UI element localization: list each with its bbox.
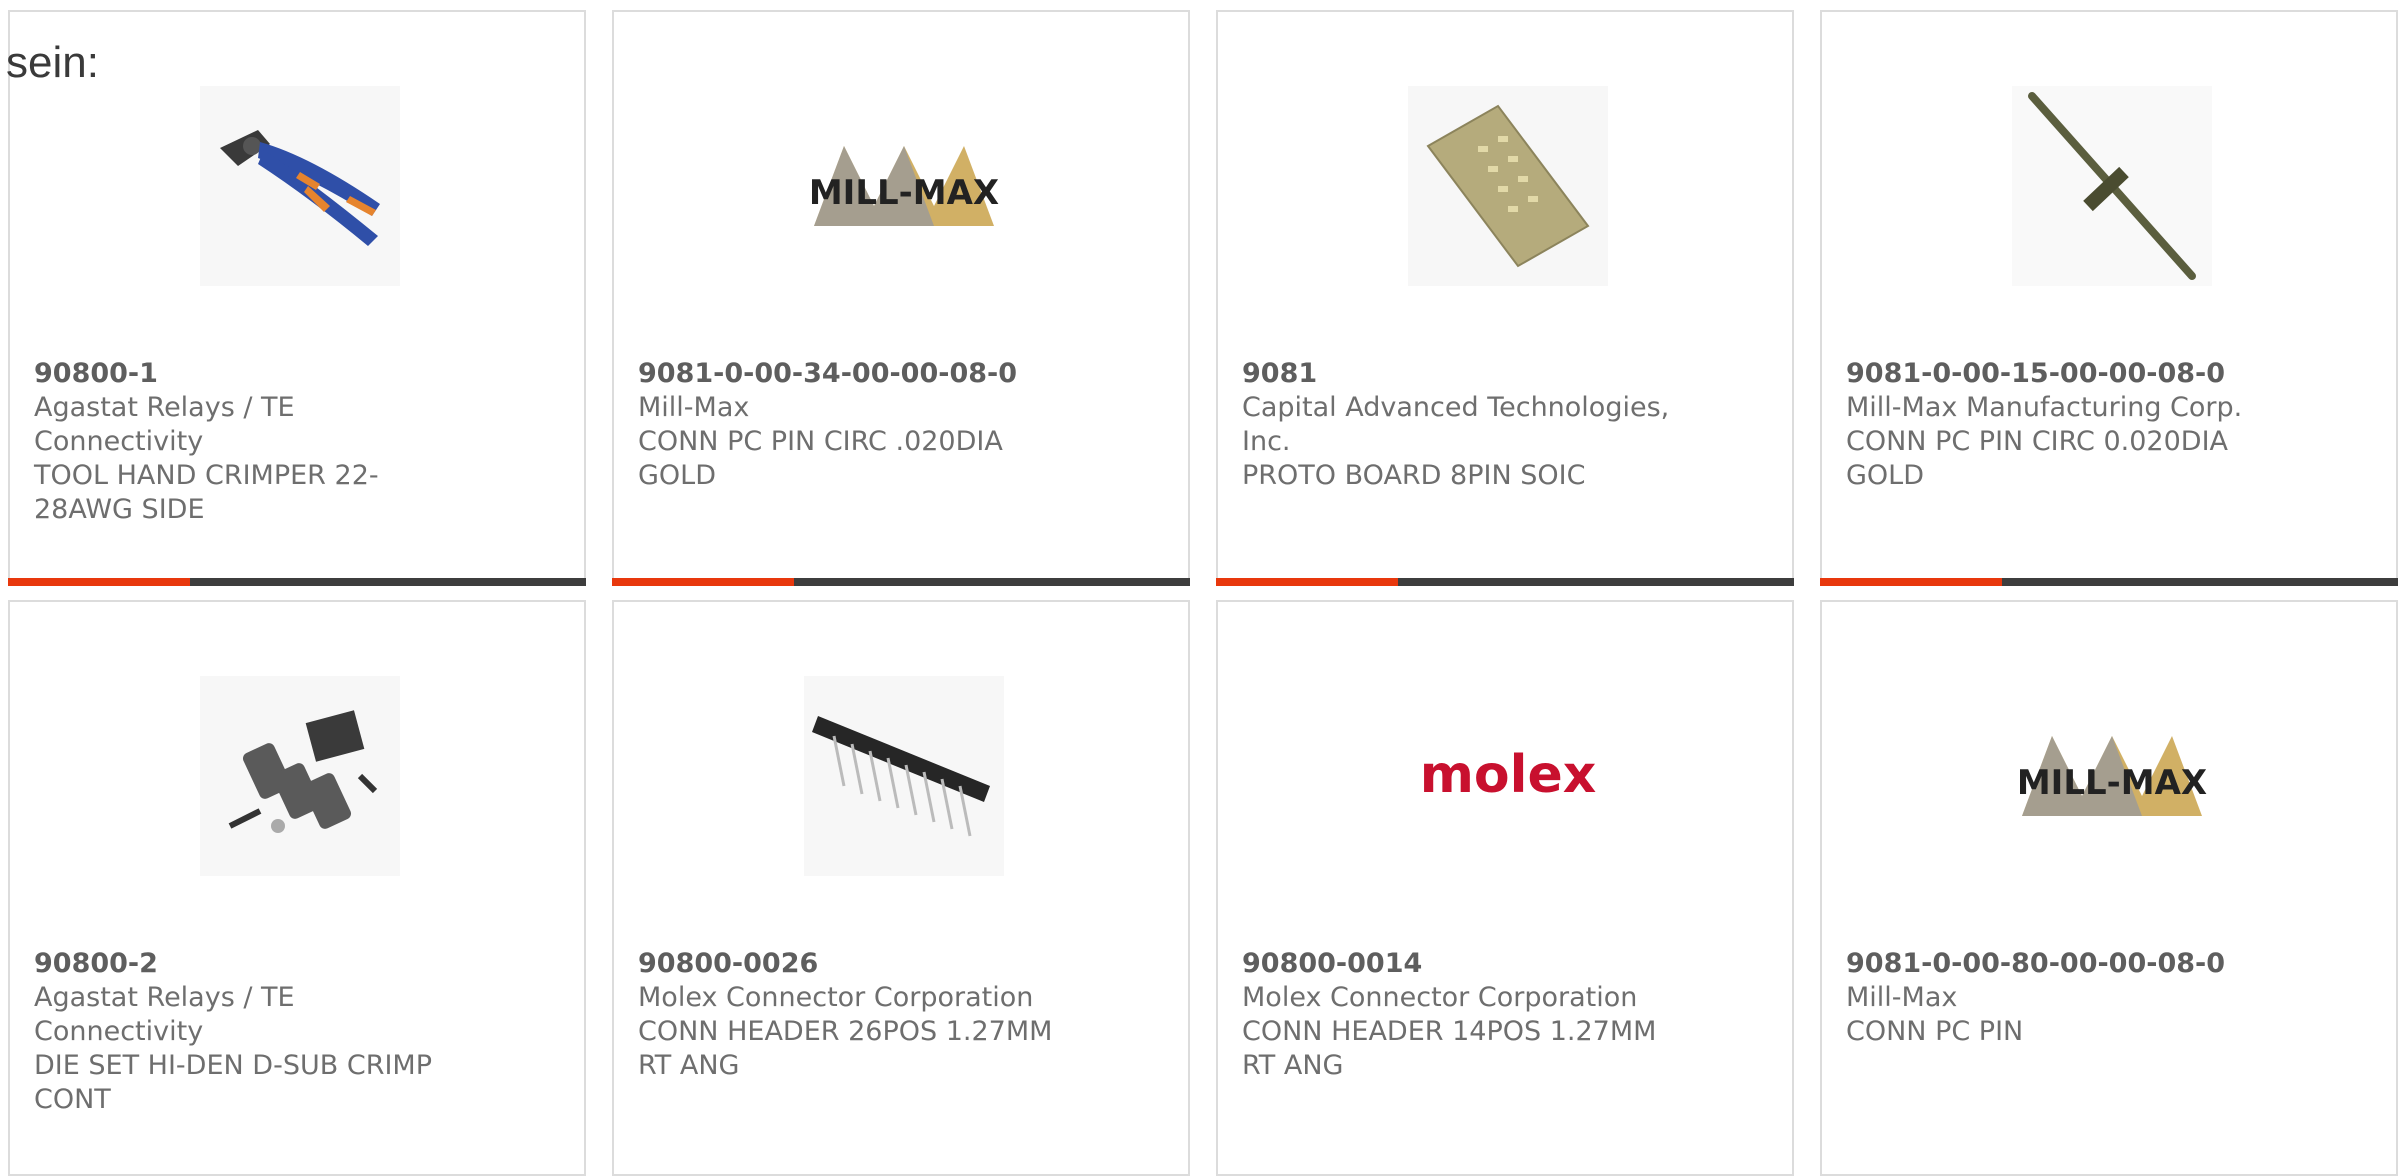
product-card[interactable]: MILL-MAX 9081-0-00-34-00-00-08-0 Mill-Ma… xyxy=(612,10,1190,586)
manufacturer: Capital Advanced Technologies, Inc. xyxy=(1242,392,1670,457)
molex-logo-text: molex xyxy=(1420,745,1597,805)
product-card[interactable]: molex 90800-0014 Molex Connector Corpora… xyxy=(1216,600,1794,1176)
description: PROTO BOARD 8PIN SOIC xyxy=(1242,460,1586,491)
crimper-tool-image xyxy=(200,86,400,286)
card-progress-accent xyxy=(8,578,191,586)
manufacturer: Molex Connector Corporation xyxy=(1242,982,1638,1013)
card-progress-bar xyxy=(1820,578,2398,586)
product-card[interactable]: 9081-0-00-15-00-00-08-0 Mill-Max Manufac… xyxy=(1820,10,2398,586)
description: CONN PC PIN CIRC .020DIA GOLD xyxy=(638,426,1003,491)
pc-pin-image xyxy=(2012,86,2212,286)
product-card[interactable]: 9081 Capital Advanced Technologies, Inc.… xyxy=(1216,10,1794,586)
molex-logo: molex xyxy=(1408,676,1608,876)
description: CONN PC PIN xyxy=(1846,1016,2024,1047)
manufacturer: Mill-Max xyxy=(638,392,750,423)
manufacturer: Mill-Max Manufacturing Corp. xyxy=(1846,392,2243,423)
card-progress-bar xyxy=(1216,578,1794,586)
card-progress-bar xyxy=(8,578,586,586)
product-card[interactable]: 90800-1 Agastat Relays / TE Connectivity… xyxy=(8,10,586,586)
product-card[interactable]: 90800-0026 Molex Connector Corporation C… xyxy=(612,600,1190,1176)
product-card[interactable]: MILL-MAX 9081-0-00-80-00-00-08-0 Mill-Ma… xyxy=(1820,600,2398,1176)
card-progress-accent xyxy=(1216,578,1399,586)
description: CONN PC PIN CIRC 0.020DIA GOLD xyxy=(1846,426,2229,491)
card-progress-bar xyxy=(612,578,1190,586)
product-card[interactable]: 90800-2 Agastat Relays / TE Connectivity… xyxy=(8,600,586,1176)
card-progress-accent xyxy=(1820,578,2003,586)
mill-max-logo: MILL-MAX xyxy=(2012,676,2212,876)
mill-max-logo-text: MILL-MAX xyxy=(809,173,999,213)
manufacturer: Mill-Max xyxy=(1846,982,1958,1013)
part-number[interactable]: 9081-0-00-34-00-00-08-0 xyxy=(638,357,1068,391)
die-set-image xyxy=(200,676,400,876)
description: TOOL HAND CRIMPER 22-28AWG SIDE xyxy=(34,460,379,525)
description: CONN HEADER 26POS 1.27MM RT ANG xyxy=(638,1016,1053,1081)
mill-max-logo-text: MILL-MAX xyxy=(2017,763,2207,803)
header-connector-image xyxy=(804,676,1004,876)
manufacturer: Agastat Relays / TE Connectivity xyxy=(34,982,295,1047)
part-number[interactable]: 9081 xyxy=(1242,357,1672,391)
part-number[interactable]: 90800-0026 xyxy=(638,947,1068,981)
part-number[interactable]: 9081-0-00-80-00-00-08-0 xyxy=(1846,947,2276,981)
part-number[interactable]: 9081-0-00-15-00-00-08-0 xyxy=(1846,357,2276,391)
mill-max-logo: MILL-MAX xyxy=(804,86,1004,286)
card-progress-accent xyxy=(612,578,795,586)
description: DIE SET HI-DEN D-SUB CRIMP CONT xyxy=(34,1050,432,1115)
page-heading: sein: xyxy=(6,38,99,87)
part-number[interactable]: 90800-1 xyxy=(34,357,464,391)
description: CONN HEADER 14POS 1.27MM RT ANG xyxy=(1242,1016,1657,1081)
manufacturer: Agastat Relays / TE Connectivity xyxy=(34,392,295,457)
part-number[interactable]: 90800-2 xyxy=(34,947,464,981)
proto-board-image xyxy=(1408,86,1608,286)
part-number[interactable]: 90800-0014 xyxy=(1242,947,1672,981)
manufacturer: Molex Connector Corporation xyxy=(638,982,1034,1013)
